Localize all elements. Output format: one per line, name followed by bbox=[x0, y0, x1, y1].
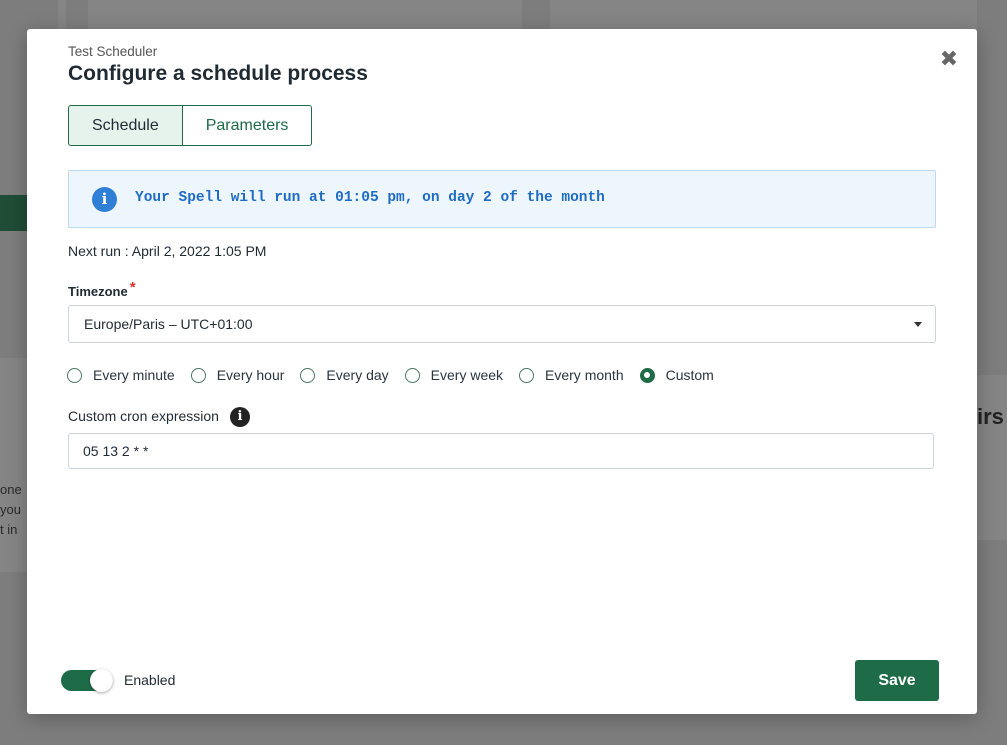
background-heading: irs bbox=[977, 404, 1004, 429]
radio-button[interactable] bbox=[519, 367, 535, 383]
radio-label: Every month bbox=[545, 367, 624, 383]
radio-label: Every week bbox=[430, 367, 504, 383]
background-text: one you t in bbox=[0, 482, 22, 537]
radio-custom[interactable]: Custom bbox=[639, 367, 714, 383]
info-icon: i bbox=[92, 187, 117, 212]
caret-down-icon bbox=[914, 322, 922, 327]
timezone-value: Europe/Paris – UTC+01:00 bbox=[84, 316, 253, 332]
timezone-select[interactable]: Europe/Paris – UTC+01:00 bbox=[68, 305, 936, 343]
background-card bbox=[550, 0, 977, 29]
modal-subtitle: Test Scheduler bbox=[68, 44, 158, 59]
tab-parameters[interactable]: Parameters bbox=[182, 105, 313, 146]
radio-label: Every hour bbox=[216, 367, 285, 383]
enabled-toggle[interactable] bbox=[61, 669, 113, 692]
frequency-radio-group: Every minute Every hour Every day Every … bbox=[67, 367, 730, 383]
enabled-label: Enabled bbox=[124, 672, 176, 688]
radio-button[interactable] bbox=[190, 367, 206, 383]
modal-title: Configure a schedule process bbox=[68, 62, 368, 85]
radio-button[interactable] bbox=[404, 367, 420, 383]
schedule-modal: Test Scheduler Configure a schedule proc… bbox=[27, 29, 977, 714]
radio-label: Every minute bbox=[93, 367, 175, 383]
timezone-label: Timezone * bbox=[68, 279, 136, 300]
toggle-knob bbox=[90, 669, 113, 692]
next-run-text: Next run : April 2, 2022 1:05 PM bbox=[68, 243, 267, 259]
timezone-label-text: Timezone bbox=[68, 284, 128, 299]
cron-label: Custom cron expression bbox=[68, 408, 219, 424]
radio-button[interactable] bbox=[67, 367, 82, 383]
radio-label: Custom bbox=[665, 367, 714, 383]
background-green-bar bbox=[0, 195, 27, 231]
radio-every-month[interactable]: Every month bbox=[519, 367, 624, 383]
radio-label: Every day bbox=[326, 367, 389, 383]
radio-every-minute[interactable]: Every minute bbox=[67, 367, 175, 383]
background-card bbox=[58, 0, 66, 29]
info-banner: i Your Spell will run at 01:05 pm, on da… bbox=[68, 170, 936, 228]
save-button[interactable]: Save bbox=[855, 660, 939, 701]
cron-expression-input[interactable] bbox=[68, 433, 934, 469]
background-panel bbox=[977, 375, 1007, 540]
required-mark: * bbox=[129, 279, 136, 296]
info-text: Your Spell will run at 01:05 pm, on day … bbox=[135, 190, 605, 206]
info-icon[interactable]: i bbox=[230, 407, 250, 427]
radio-every-day[interactable]: Every day bbox=[300, 367, 389, 383]
radio-button[interactable] bbox=[300, 367, 316, 383]
close-icon[interactable]: ✖ bbox=[938, 48, 960, 70]
radio-button-checked[interactable] bbox=[639, 367, 655, 383]
radio-every-week[interactable]: Every week bbox=[404, 367, 504, 383]
radio-every-hour[interactable]: Every hour bbox=[190, 367, 285, 383]
background-card bbox=[88, 0, 522, 29]
tab-schedule[interactable]: Schedule bbox=[68, 105, 183, 146]
modal-tabs: Schedule Parameters bbox=[68, 105, 313, 146]
